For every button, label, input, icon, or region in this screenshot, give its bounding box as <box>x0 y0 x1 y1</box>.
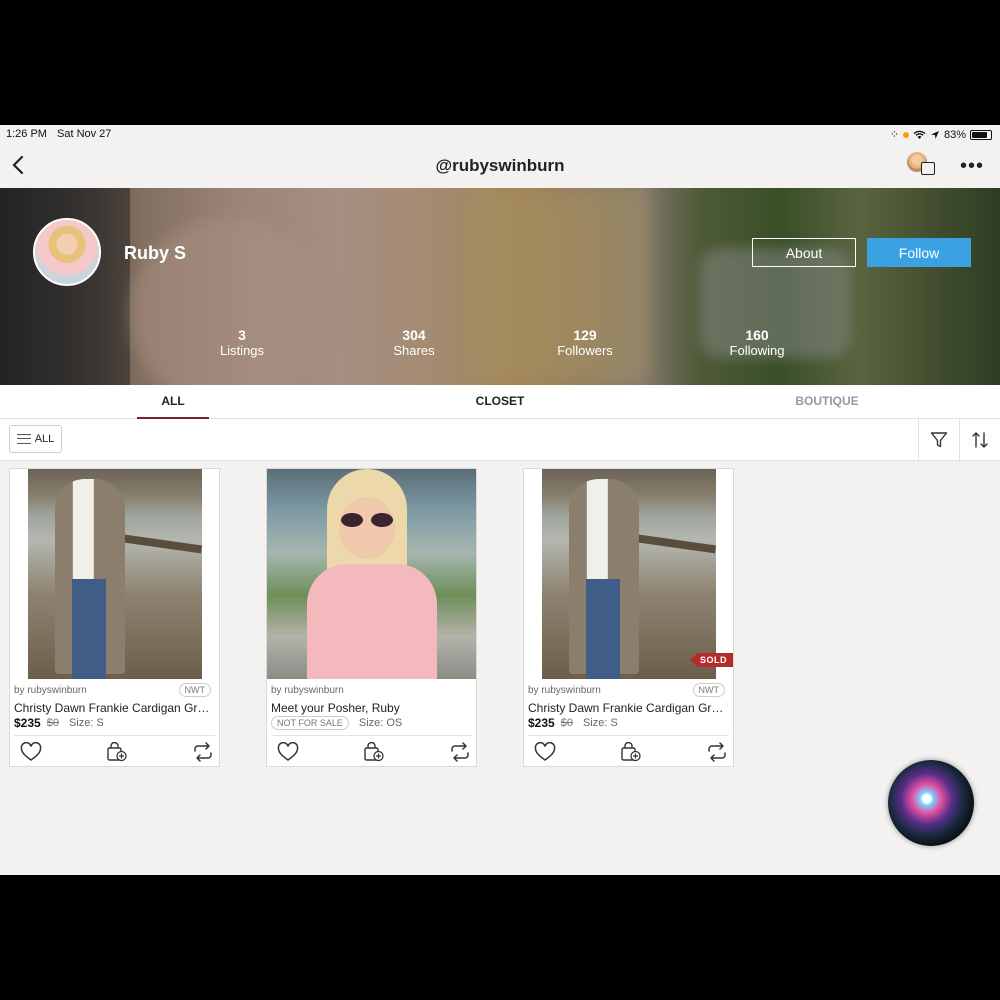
stat-value: 3 <box>238 327 246 343</box>
heart-icon[interactable] <box>277 742 299 762</box>
banner-content: Ruby S About Follow 3 Listings 304 Share… <box>0 188 1000 385</box>
add-to-bundle-icon[interactable] <box>620 742 642 762</box>
condition-badge: NWT <box>692 683 725 697</box>
listing-size: Size: S <box>582 717 618 729</box>
listing-card[interactable]: by rubyswinburn NWT Christy Dawn Frankie… <box>9 468 220 767</box>
add-to-bundle-icon[interactable] <box>363 742 385 762</box>
activity-icon: ⁘ <box>889 129 899 141</box>
heart-icon[interactable] <box>20 742 42 762</box>
share-icon[interactable] <box>449 742 471 762</box>
page-title: @rubyswinburn <box>435 156 565 175</box>
listing-price: $235 <box>14 716 41 730</box>
photo-face <box>339 497 395 559</box>
listing-size: Size: OS <box>358 717 403 729</box>
filter-button[interactable] <box>918 419 959 460</box>
closet-tabs: ALL CLOSET BOUTIQUE <box>0 385 1000 419</box>
tab-boutique[interactable]: BOUTIQUE <box>772 385 882 419</box>
stat-value: 304 <box>402 327 426 343</box>
listing-card[interactable]: by rubyswinburn Meet your Posher, Ruby N… <box>266 468 477 767</box>
original-price: $0 <box>46 717 59 729</box>
menu-icon <box>16 434 31 444</box>
photo-jeans <box>72 579 106 679</box>
stat-value: 160 <box>745 327 769 343</box>
listing-seller[interactable]: by rubyswinburn <box>271 685 344 696</box>
not-for-sale-badge: NOT FOR SALE <box>271 716 349 730</box>
category-label: ALL <box>34 433 55 445</box>
status-date: Sat Nov 27 <box>57 128 112 140</box>
listing-seller[interactable]: by rubyswinburn <box>14 685 87 696</box>
share-icon[interactable] <box>706 742 728 762</box>
wifi-icon <box>913 130 926 139</box>
original-price: $0 <box>560 717 573 729</box>
sold-badge: SOLD <box>689 653 733 667</box>
nav-bar: @rubyswinburn ••• <box>0 143 1000 188</box>
photo-jeans <box>586 579 620 679</box>
listing-photo[interactable] <box>267 469 476 679</box>
listing-actions <box>271 735 472 767</box>
share-icon[interactable] <box>192 742 214 762</box>
listing-title[interactable]: Christy Dawn Frankie Cardigan Gre... <box>528 701 728 715</box>
photo-body <box>307 564 437 679</box>
listing-seller[interactable]: by rubyswinburn <box>528 685 601 696</box>
sort-icon <box>972 431 988 448</box>
profile-avatar[interactable] <box>33 218 101 286</box>
price-line: NOT FOR SALE Size: OS <box>271 716 402 730</box>
status-bar: 1:26 PM Sat Nov 27 ⁘ 83% <box>0 125 1000 143</box>
bag-icon <box>921 162 935 175</box>
add-to-bundle-icon[interactable] <box>106 742 128 762</box>
stat-listings[interactable]: 3 Listings <box>182 327 302 359</box>
stat-followers[interactable]: 129 Followers <box>525 327 645 359</box>
stat-value: 129 <box>573 327 597 343</box>
listing-actions <box>14 735 215 767</box>
filter-bar: ALL <box>0 419 1000 461</box>
heart-icon[interactable] <box>534 742 556 762</box>
listing-actions <box>528 735 729 767</box>
tab-closet[interactable]: CLOSET <box>455 385 545 419</box>
stat-label: Following <box>729 343 785 358</box>
siri-orb-icon[interactable] <box>888 760 974 846</box>
listing-price: $235 <box>528 716 555 730</box>
tab-all[interactable]: ALL <box>137 385 209 419</box>
stat-shares[interactable]: 304 Shares <box>354 327 474 359</box>
stat-label: Shares <box>393 343 435 358</box>
price-line: $235 $0 Size: S <box>14 716 104 730</box>
photo-sunglasses <box>339 513 395 527</box>
about-button[interactable]: About <box>752 238 856 267</box>
app-screen: 1:26 PM Sat Nov 27 ⁘ 83% @rubyswinburn •… <box>0 125 1000 875</box>
listing-title[interactable]: Christy Dawn Frankie Cardigan Gre... <box>14 701 214 715</box>
profile-name: Ruby S <box>124 243 187 263</box>
listing-photo[interactable]: SOLD <box>524 469 733 679</box>
stat-following[interactable]: 160 Following <box>697 327 817 359</box>
category-all-button[interactable]: ALL <box>9 425 62 453</box>
price-line: $235 $0 Size: S <box>528 716 618 730</box>
mic-indicator-icon <box>902 131 909 138</box>
listing-title[interactable]: Meet your Posher, Ruby <box>271 701 471 715</box>
status-time: 1:26 PM <box>6 128 47 140</box>
battery-percent: 83% <box>943 128 966 141</box>
stat-label: Listings <box>219 343 265 358</box>
sort-button[interactable] <box>959 419 1000 460</box>
listing-photo[interactable] <box>10 469 219 679</box>
listing-size: Size: S <box>68 717 104 729</box>
condition-badge: NWT <box>178 683 211 697</box>
profile-banner: Ruby S About Follow 3 Listings 304 Share… <box>0 188 1000 385</box>
battery-icon <box>970 129 992 140</box>
status-right: ⁘ 83% <box>890 128 992 141</box>
stat-label: Followers <box>557 343 613 358</box>
filter-icon <box>930 431 948 447</box>
location-icon <box>930 130 939 139</box>
more-icon[interactable]: ••• <box>960 155 984 178</box>
my-bundle-button[interactable] <box>907 152 939 180</box>
listing-card[interactable]: SOLD by rubyswinburn NWT Christy Dawn Fr… <box>523 468 734 767</box>
follow-button[interactable]: Follow <box>867 238 971 267</box>
